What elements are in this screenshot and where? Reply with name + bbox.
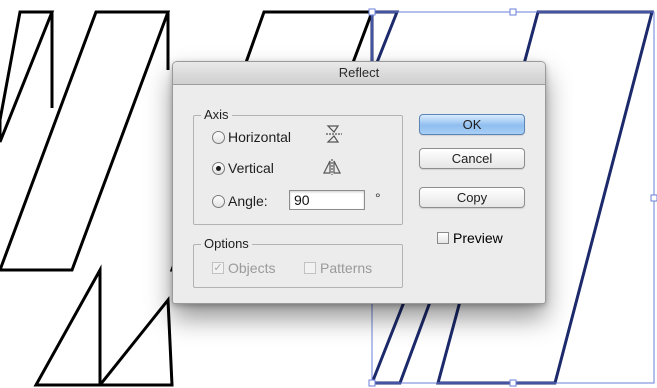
radio-angle-label: Angle: <box>228 193 268 209</box>
copy-button[interactable]: Copy <box>419 187 525 208</box>
options-group-label: Options <box>201 237 252 251</box>
objects-checkbox[interactable]: ✓ <box>212 262 224 274</box>
radio-horizontal-label: Horizontal <box>228 129 292 145</box>
parallelogram-shape[interactable] <box>0 10 55 143</box>
angle-input[interactable] <box>289 190 365 210</box>
radio-button[interactable] <box>212 130 225 144</box>
selection-handle[interactable] <box>509 8 517 16</box>
reflected-shape[interactable] <box>369 300 433 385</box>
patterns-label: Patterns <box>320 260 373 276</box>
radio-vertical-label: Vertical <box>228 160 274 176</box>
radio-angle[interactable]: Angle: <box>212 193 268 209</box>
selection-handle[interactable] <box>650 194 657 202</box>
selection-handle[interactable] <box>368 8 376 16</box>
radio-button[interactable] <box>212 194 225 208</box>
degree-symbol: ° <box>375 190 381 206</box>
ok-button[interactable]: OK <box>419 114 525 135</box>
cancel-button[interactable]: Cancel <box>419 148 525 169</box>
preview-checkbox[interactable] <box>437 232 449 244</box>
preview-label: Preview <box>453 230 503 246</box>
parallelogram-shape[interactable] <box>33 264 102 387</box>
preview-checkbox-row[interactable]: Preview <box>437 230 503 246</box>
axis-group-label: Axis <box>201 108 232 122</box>
selection-handle[interactable] <box>509 379 517 387</box>
patterns-checkbox[interactable] <box>304 262 316 274</box>
objects-label: Objects <box>228 260 276 276</box>
selection-handle[interactable] <box>368 379 376 387</box>
radio-button-selected[interactable] <box>212 161 225 175</box>
parallelogram-shape[interactable] <box>0 10 171 272</box>
dialog-title[interactable]: Reflect <box>173 62 545 85</box>
patterns-checkbox-row[interactable]: Patterns <box>304 260 372 276</box>
radio-vertical[interactable]: Vertical <box>212 160 274 176</box>
objects-checkbox-row[interactable]: ✓ Objects <box>212 260 275 276</box>
parallelogram-shape[interactable] <box>96 295 174 387</box>
radio-horizontal[interactable]: Horizontal <box>212 129 291 145</box>
reflect-vertical-icon <box>323 159 341 175</box>
reflect-horizontal-icon <box>326 125 342 143</box>
